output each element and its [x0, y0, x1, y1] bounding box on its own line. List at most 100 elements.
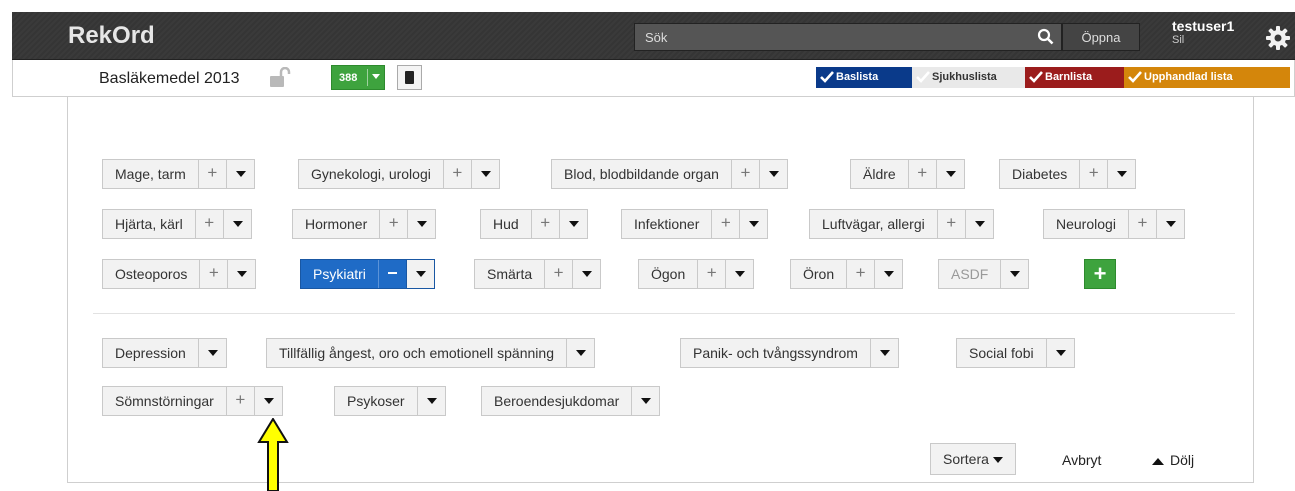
subcategory-chip[interactable]: Psykoser: [334, 386, 446, 416]
sort-button[interactable]: Sortera: [930, 443, 1016, 475]
gear-icon[interactable]: [1264, 24, 1292, 52]
unlock-icon[interactable]: [269, 67, 291, 87]
tag-sjukhuslista[interactable]: Sjukhuslista: [912, 67, 1025, 88]
category-chip[interactable]: Blod, blodbildande organ +: [551, 159, 788, 189]
category-label[interactable]: Psykiatri: [301, 260, 378, 288]
caret-down-icon[interactable]: [225, 160, 254, 188]
subcategory-label[interactable]: Beroendesjukdomar: [482, 387, 631, 415]
subcategory-chip[interactable]: Panik- och tvångssyndrom: [680, 338, 899, 368]
category-label[interactable]: Hjärta, kärl: [103, 210, 195, 238]
caret-down-icon[interactable]: [222, 210, 251, 238]
search-input[interactable]: [635, 24, 1035, 50]
cancel-link[interactable]: Avbryt: [1062, 452, 1101, 468]
caret-down-icon[interactable]: [407, 210, 435, 238]
category-label[interactable]: Diabetes: [1000, 160, 1079, 188]
subcategory-label[interactable]: Panik- och tvångssyndrom: [681, 339, 870, 367]
caret-down-icon[interactable]: [758, 160, 787, 188]
subcategory-label[interactable]: Sömnstörningar: [103, 387, 226, 415]
category-chip[interactable]: Mage, tarm +: [102, 159, 255, 189]
subcategory-label[interactable]: Tillfällig ångest, oro och emotionell sp…: [267, 339, 566, 367]
caret-down-icon[interactable]: [572, 260, 600, 288]
plus-icon[interactable]: +: [1127, 210, 1156, 238]
plus-icon[interactable]: +: [197, 160, 226, 188]
category-label[interactable]: Äldre: [851, 160, 908, 188]
category-label[interactable]: Smärta: [475, 260, 544, 288]
plus-icon[interactable]: +: [194, 210, 223, 238]
user-info[interactable]: testuser1 Sil: [1172, 18, 1234, 46]
subcategory-chip[interactable]: Sömnstörningar +: [102, 386, 283, 416]
category-label[interactable]: ASDF: [939, 260, 1000, 288]
category-chip-active[interactable]: Psykiatri −: [300, 259, 435, 289]
caret-down-icon[interactable]: [725, 260, 753, 288]
plus-icon[interactable]: +: [730, 160, 759, 188]
caret-down-icon[interactable]: [253, 387, 282, 415]
plus-icon[interactable]: +: [530, 210, 559, 238]
subcategory-chip[interactable]: Social fobi: [956, 338, 1075, 368]
category-label[interactable]: Mage, tarm: [103, 160, 198, 188]
category-chip[interactable]: Gynekologi, urologi +: [298, 159, 500, 189]
subcategory-label[interactable]: Depression: [103, 339, 198, 367]
caret-down-icon[interactable]: [964, 210, 993, 238]
subcategory-chip[interactable]: Beroendesjukdomar: [481, 386, 661, 416]
category-chip[interactable]: Hjärta, kärl +: [102, 209, 252, 239]
book-button[interactable]: [397, 65, 422, 90]
caret-down-icon[interactable]: [405, 260, 434, 288]
caret-down-icon[interactable]: [874, 260, 902, 288]
tag-upphandlad-lista[interactable]: Upphandlad lista: [1124, 67, 1290, 88]
category-chip[interactable]: ASDF: [938, 259, 1030, 289]
category-chip[interactable]: Ögon +: [638, 259, 755, 289]
caret-down-icon[interactable]: [565, 339, 594, 367]
category-label[interactable]: Gynekologi, urologi: [299, 160, 443, 188]
plus-icon[interactable]: +: [936, 210, 965, 238]
category-label[interactable]: Ögon: [639, 260, 697, 288]
caret-down-icon[interactable]: [1000, 260, 1028, 288]
plus-icon[interactable]: +: [1079, 160, 1107, 188]
category-label[interactable]: Neurologi: [1044, 210, 1128, 238]
category-label[interactable]: Osteoporos: [103, 260, 199, 288]
category-label[interactable]: Hud: [481, 210, 531, 238]
hide-link[interactable]: Dölj: [1152, 452, 1194, 468]
caret-down-icon[interactable]: [197, 339, 226, 367]
category-chip[interactable]: Äldre +: [850, 159, 965, 189]
plus-icon[interactable]: +: [225, 387, 254, 415]
caret-down-icon[interactable]: [1107, 160, 1135, 188]
minus-icon[interactable]: −: [377, 260, 406, 288]
plus-icon[interactable]: +: [379, 210, 407, 238]
subcategory-label[interactable]: Psykoser: [335, 387, 417, 415]
category-label[interactable]: Infektioner: [622, 210, 711, 238]
open-button[interactable]: Öppna: [1062, 23, 1140, 51]
tag-barnlista[interactable]: Barnlista: [1025, 67, 1124, 88]
caret-down-icon[interactable]: [739, 210, 767, 238]
category-chip[interactable]: Hud +: [480, 209, 588, 239]
category-label[interactable]: Hormoner: [293, 210, 379, 238]
plus-icon[interactable]: +: [442, 160, 471, 188]
category-label[interactable]: Blod, blodbildande organ: [552, 160, 731, 188]
plus-icon[interactable]: +: [697, 260, 725, 288]
app-logo[interactable]: RekOrd: [68, 22, 155, 50]
caret-down-icon[interactable]: [227, 260, 255, 288]
category-chip[interactable]: Diabetes +: [999, 159, 1137, 189]
plus-icon[interactable]: +: [544, 260, 572, 288]
category-chip[interactable]: Osteoporos +: [102, 259, 257, 289]
category-label[interactable]: Luftvägar, allergi: [810, 210, 937, 238]
tag-baslista[interactable]: Baslista: [816, 67, 912, 88]
category-chip[interactable]: Smärta +: [474, 259, 602, 289]
caret-down-icon[interactable]: [631, 387, 659, 415]
subcategory-chip[interactable]: Tillfällig ångest, oro och emotionell sp…: [266, 338, 595, 368]
category-chip[interactable]: Hormoner +: [292, 209, 437, 239]
plus-icon[interactable]: +: [846, 260, 874, 288]
subcategory-label[interactable]: Social fobi: [957, 339, 1046, 367]
category-chip[interactable]: Öron +: [790, 259, 904, 289]
plus-icon[interactable]: +: [907, 160, 936, 188]
category-label[interactable]: Öron: [791, 260, 846, 288]
category-chip[interactable]: Luftvägar, allergi +: [809, 209, 994, 239]
plus-icon[interactable]: +: [711, 210, 739, 238]
search-icon[interactable]: [1037, 28, 1055, 46]
plus-icon[interactable]: +: [199, 260, 227, 288]
category-chip[interactable]: Infektioner +: [621, 209, 769, 239]
caret-down-icon[interactable]: [1155, 210, 1184, 238]
caret-down-icon[interactable]: [935, 160, 964, 188]
caret-down-icon[interactable]: [470, 160, 499, 188]
caret-down-icon[interactable]: [1045, 339, 1074, 367]
caret-down-icon[interactable]: [558, 210, 587, 238]
